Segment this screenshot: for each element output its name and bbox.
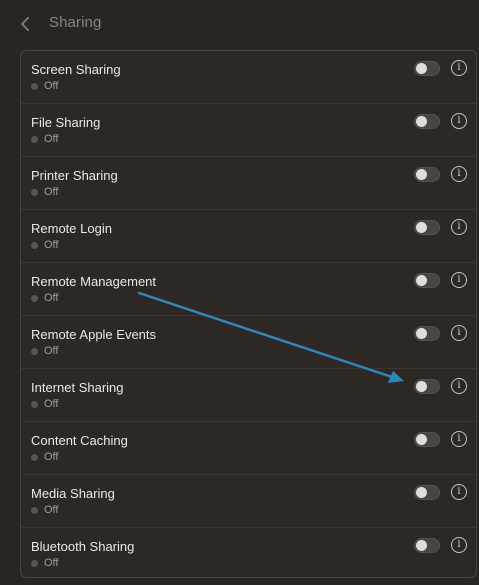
- service-row-internet-sharing: Internet Sharing Off i: [21, 369, 476, 422]
- info-icon: i: [457, 486, 461, 497]
- service-name: Remote Management: [31, 274, 157, 289]
- service-row-bluetooth-sharing: Bluetooth Sharing Off i: [21, 528, 476, 581]
- status-text: Off: [44, 292, 59, 304]
- status-text: Off: [44, 186, 59, 198]
- header-bar: Sharing: [0, 0, 479, 46]
- service-status: Off: [31, 292, 58, 304]
- service-name: Media Sharing: [31, 486, 115, 501]
- service-name: Internet Sharing: [31, 380, 124, 395]
- info-icon: i: [457, 327, 461, 338]
- info-button-file-sharing[interactable]: i: [451, 113, 467, 129]
- service-status: Off: [31, 239, 58, 251]
- service-status: Off: [31, 133, 58, 145]
- service-name: Remote Apple Events: [31, 327, 157, 342]
- status-text: Off: [44, 451, 59, 463]
- service-name: Printer Sharing: [31, 168, 118, 183]
- toggle-knob: [416, 487, 427, 498]
- status-dot-icon: [31, 82, 38, 90]
- service-name: Content Caching: [31, 433, 128, 448]
- info-button-screen-sharing[interactable]: i: [451, 60, 467, 76]
- toggle-internet-sharing[interactable]: [414, 379, 440, 394]
- status-dot-icon: [31, 241, 38, 249]
- info-icon: i: [457, 274, 461, 285]
- toggle-content-caching[interactable]: [414, 432, 440, 447]
- info-icon: i: [457, 380, 461, 391]
- status-dot-icon: [31, 506, 38, 514]
- service-row-remote-apple-events: Remote Apple Events Off i: [21, 316, 476, 369]
- service-row-remote-management: Remote Management Off i: [21, 263, 476, 316]
- service-name: Remote Login: [31, 221, 112, 236]
- info-button-remote-management[interactable]: i: [451, 272, 467, 288]
- info-button-remote-login[interactable]: i: [451, 219, 467, 235]
- status-dot-icon: [31, 559, 38, 567]
- service-row-remote-login: Remote Login Off i: [21, 210, 476, 263]
- info-button-internet-sharing[interactable]: i: [451, 378, 467, 394]
- toggle-knob: [416, 328, 427, 339]
- status-text: Off: [44, 80, 59, 92]
- toggle-knob: [416, 540, 427, 551]
- service-status: Off: [31, 345, 58, 357]
- status-text: Off: [44, 345, 59, 357]
- status-dot-icon: [31, 188, 38, 196]
- service-row-screen-sharing: Screen Sharing Off i: [21, 51, 476, 104]
- info-icon: i: [457, 221, 461, 232]
- status-dot-icon: [31, 400, 38, 408]
- toggle-file-sharing[interactable]: [414, 114, 440, 129]
- service-name: File Sharing: [31, 115, 101, 130]
- status-dot-icon: [31, 453, 38, 461]
- status-dot-icon: [31, 294, 38, 302]
- status-text: Off: [44, 133, 59, 145]
- service-status: Off: [31, 504, 58, 516]
- status-dot-icon: [31, 347, 38, 355]
- toggle-knob: [416, 63, 427, 74]
- service-row-file-sharing: File Sharing Off i: [21, 104, 476, 157]
- toggle-knob: [416, 116, 427, 127]
- service-row-content-caching: Content Caching Off i: [21, 422, 476, 475]
- info-icon: i: [457, 115, 461, 126]
- info-button-content-caching[interactable]: i: [451, 431, 467, 447]
- toggle-screen-sharing[interactable]: [414, 61, 440, 76]
- sharing-services-list: Screen Sharing Off i File Sharing Off i …: [20, 50, 477, 578]
- info-button-media-sharing[interactable]: i: [451, 484, 467, 500]
- service-status: Off: [31, 80, 58, 92]
- info-icon: i: [457, 62, 461, 73]
- service-status: Off: [31, 398, 58, 410]
- toggle-knob: [416, 381, 427, 392]
- toggle-knob: [416, 275, 427, 286]
- chevron-left-icon: [21, 17, 29, 31]
- status-text: Off: [44, 557, 59, 569]
- service-name: Bluetooth Sharing: [31, 539, 135, 554]
- info-icon: i: [457, 168, 461, 179]
- info-button-bluetooth-sharing[interactable]: i: [451, 537, 467, 553]
- page-title: Sharing: [49, 14, 102, 31]
- back-button[interactable]: [14, 12, 36, 36]
- toggle-knob: [416, 222, 427, 233]
- toggle-remote-apple-events[interactable]: [414, 326, 440, 341]
- service-status: Off: [31, 451, 58, 463]
- info-icon: i: [457, 433, 461, 444]
- service-row-printer-sharing: Printer Sharing Off i: [21, 157, 476, 210]
- toggle-knob: [416, 434, 427, 445]
- service-status: Off: [31, 557, 58, 569]
- info-button-remote-apple-events[interactable]: i: [451, 325, 467, 341]
- toggle-remote-login[interactable]: [414, 220, 440, 235]
- status-text: Off: [44, 504, 59, 516]
- toggle-remote-management[interactable]: [414, 273, 440, 288]
- info-button-printer-sharing[interactable]: i: [451, 166, 467, 182]
- info-icon: i: [457, 539, 461, 550]
- toggle-media-sharing[interactable]: [414, 485, 440, 500]
- toggle-printer-sharing[interactable]: [414, 167, 440, 182]
- service-row-media-sharing: Media Sharing Off i: [21, 475, 476, 528]
- toggle-knob: [416, 169, 427, 180]
- status-text: Off: [44, 239, 59, 251]
- service-name: Screen Sharing: [31, 62, 121, 77]
- service-status: Off: [31, 186, 58, 198]
- status-dot-icon: [31, 135, 38, 143]
- status-text: Off: [44, 398, 59, 410]
- toggle-bluetooth-sharing[interactable]: [414, 538, 440, 553]
